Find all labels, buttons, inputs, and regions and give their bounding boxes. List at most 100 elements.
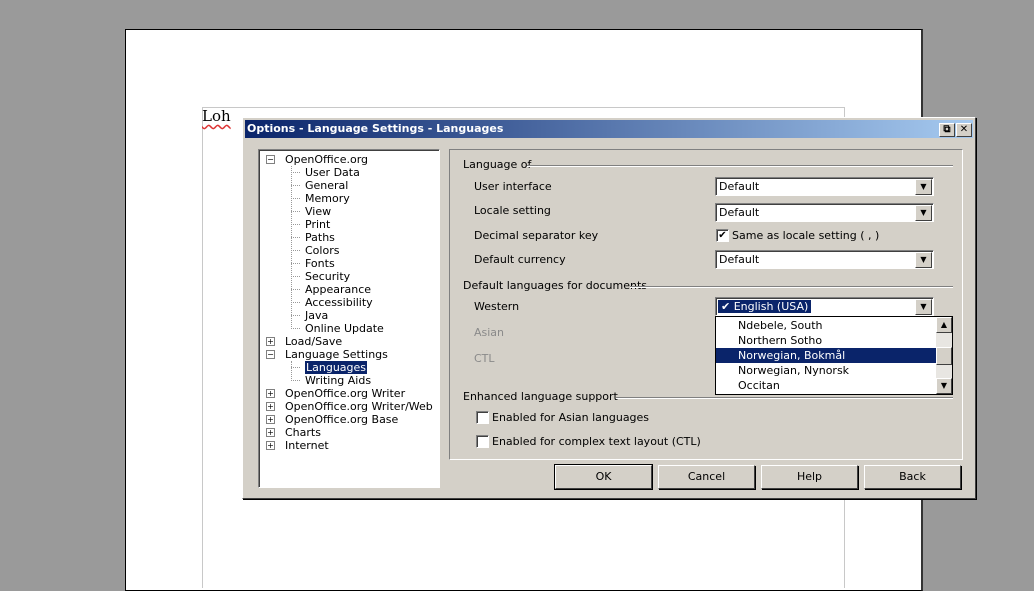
enable-ctl-checkbox[interactable] bbox=[476, 435, 489, 448]
tree-item[interactable]: Language Settings bbox=[285, 348, 388, 361]
user-interface-select[interactable]: Default ▼ bbox=[715, 177, 934, 196]
tree-item[interactable]: Load/Save bbox=[285, 335, 342, 348]
dropdown-option[interactable]: Norwegian, Bokmål bbox=[716, 348, 936, 363]
decimal-separator-label: Decimal separator key bbox=[474, 229, 599, 242]
scroll-down-icon[interactable]: ▼ bbox=[936, 378, 952, 394]
group-divider bbox=[630, 286, 953, 288]
western-label: Western bbox=[474, 300, 520, 313]
cancel-button[interactable]: Cancel bbox=[658, 465, 755, 489]
locale-setting-value: Default bbox=[719, 206, 760, 219]
western-language-dropdown[interactable]: Occitan Norwegian, Nynorsk Norwegian, Bokm… bbox=[715, 316, 953, 395]
group-divider bbox=[527, 165, 953, 167]
tree-item[interactable]: OpenOffice.org Writer bbox=[285, 387, 405, 400]
expand-icon[interactable]: + bbox=[266, 389, 275, 398]
chevron-down-icon[interactable]: ▼ bbox=[915, 299, 932, 315]
tree-connector bbox=[291, 276, 300, 277]
tree-item[interactable]: Languages bbox=[305, 361, 368, 374]
enable-asian-checkbox[interactable] bbox=[476, 411, 489, 424]
same-as-locale-label[interactable]: Same as locale setting ( , ) bbox=[732, 229, 879, 242]
restore-icon[interactable]: ⧉ bbox=[939, 123, 955, 137]
expand-icon[interactable]: + bbox=[266, 402, 275, 411]
back-button[interactable]: Back bbox=[864, 465, 961, 489]
locale-setting-select[interactable]: Default ▼ bbox=[715, 203, 934, 222]
document-text[interactable]: Loh bbox=[202, 107, 231, 125]
tree-item[interactable]: Paths bbox=[305, 231, 335, 244]
user-interface-label: User interface bbox=[474, 180, 552, 193]
tree-item-label: Appearance bbox=[305, 283, 372, 296]
tree-item[interactable]: User Data bbox=[305, 166, 360, 179]
tree-item-label: Fonts bbox=[305, 257, 335, 270]
tree-connector bbox=[291, 224, 300, 225]
tree-item[interactable]: Accessibility bbox=[305, 296, 373, 309]
expand-icon[interactable]: + bbox=[266, 441, 275, 450]
tree-connector bbox=[291, 237, 300, 238]
scroll-up-icon[interactable]: ▲ bbox=[936, 317, 952, 333]
tree-connector bbox=[291, 172, 300, 173]
expand-icon[interactable]: + bbox=[266, 428, 275, 437]
tree-connector bbox=[291, 328, 300, 329]
dropdown-option[interactable]: Ndebele, South bbox=[716, 318, 936, 333]
expand-icon[interactable]: + bbox=[266, 415, 275, 424]
tree-item-label: OpenOffice.org bbox=[285, 153, 369, 166]
scroll-thumb[interactable] bbox=[936, 347, 952, 365]
tree-item-label: Languages bbox=[305, 361, 368, 374]
group-divider bbox=[616, 397, 953, 399]
tree-item[interactable]: View bbox=[305, 205, 331, 218]
default-currency-value: Default bbox=[719, 253, 760, 266]
tree-item[interactable]: OpenOffice.org bbox=[285, 153, 368, 166]
tree-connector bbox=[291, 302, 300, 303]
western-language-value: ✔ English (USA) bbox=[718, 300, 812, 313]
same-as-locale-checkbox[interactable]: ✔ bbox=[716, 229, 729, 242]
tree-connector bbox=[291, 315, 300, 316]
tree-item[interactable]: General bbox=[305, 179, 348, 192]
dropdown-option[interactable]: Norwegian, Nynorsk bbox=[716, 363, 936, 378]
dropdown-option[interactable]: Occitan bbox=[716, 378, 936, 393]
tree-item-label: Internet bbox=[285, 439, 329, 452]
enable-ctl-label[interactable]: Enabled for complex text layout (CTL) bbox=[492, 435, 701, 448]
help-button[interactable]: Help bbox=[761, 465, 858, 489]
tree-item-label: OpenOffice.org Writer/Web bbox=[285, 400, 433, 413]
dialog-titlebar[interactable]: Options - Language Settings - Languages … bbox=[245, 120, 973, 138]
western-language-select[interactable]: ✔ English (USA) ▼ bbox=[715, 297, 934, 316]
asian-label: Asian bbox=[474, 326, 505, 339]
dropdown-option[interactable]: Northern Sotho bbox=[716, 333, 936, 348]
tree-connector bbox=[291, 289, 300, 290]
tree-item[interactable]: Print bbox=[305, 218, 330, 231]
tree-item[interactable]: Charts bbox=[285, 426, 321, 439]
expand-icon[interactable]: + bbox=[266, 337, 275, 346]
tree-connector bbox=[291, 198, 300, 199]
tree-item[interactable]: Online Update bbox=[305, 322, 384, 335]
tree-item[interactable]: Memory bbox=[305, 192, 350, 205]
tree-item[interactable]: Appearance bbox=[305, 283, 371, 296]
ctl-label: CTL bbox=[474, 352, 495, 365]
tree-item-label: OpenOffice.org Base bbox=[285, 413, 399, 426]
close-icon[interactable]: ✕ bbox=[956, 123, 972, 137]
locale-setting-label: Locale setting bbox=[474, 204, 551, 217]
tree-item[interactable]: Fonts bbox=[305, 257, 335, 270]
default-currency-select[interactable]: Default ▼ bbox=[715, 250, 934, 269]
tree-item[interactable]: OpenOffice.org Writer/Web bbox=[285, 400, 433, 413]
tree-connector bbox=[291, 250, 300, 251]
tree-connector bbox=[291, 361, 292, 381]
user-interface-value: Default bbox=[719, 180, 760, 193]
tree-item-label: Writing Aids bbox=[305, 374, 372, 387]
tree-item[interactable]: Internet bbox=[285, 439, 329, 452]
tree-item[interactable]: Writing Aids bbox=[305, 374, 371, 387]
options-tree[interactable]: OpenOffice.org − User Data General Memory Vie… bbox=[258, 149, 440, 488]
default-currency-label: Default currency bbox=[474, 253, 566, 266]
tree-item-label: Java bbox=[305, 309, 329, 322]
chevron-down-icon[interactable]: ▼ bbox=[915, 205, 932, 221]
tree-item[interactable]: OpenOffice.org Base bbox=[285, 413, 398, 426]
collapse-icon[interactable]: − bbox=[266, 350, 275, 359]
tree-item-label: General bbox=[305, 179, 349, 192]
dropdown-scrollbar[interactable]: ▲ ▼ bbox=[936, 317, 952, 394]
tree-item[interactable]: Java bbox=[305, 309, 328, 322]
chevron-down-icon[interactable]: ▼ bbox=[915, 179, 932, 195]
tree-item[interactable]: Colors bbox=[305, 244, 339, 257]
tree-connector bbox=[291, 166, 292, 329]
ok-button[interactable]: OK bbox=[554, 464, 653, 490]
collapse-icon[interactable]: − bbox=[266, 155, 275, 164]
chevron-down-icon[interactable]: ▼ bbox=[915, 252, 932, 268]
enable-asian-label[interactable]: Enabled for Asian languages bbox=[492, 411, 649, 424]
tree-item[interactable]: Security bbox=[305, 270, 350, 283]
